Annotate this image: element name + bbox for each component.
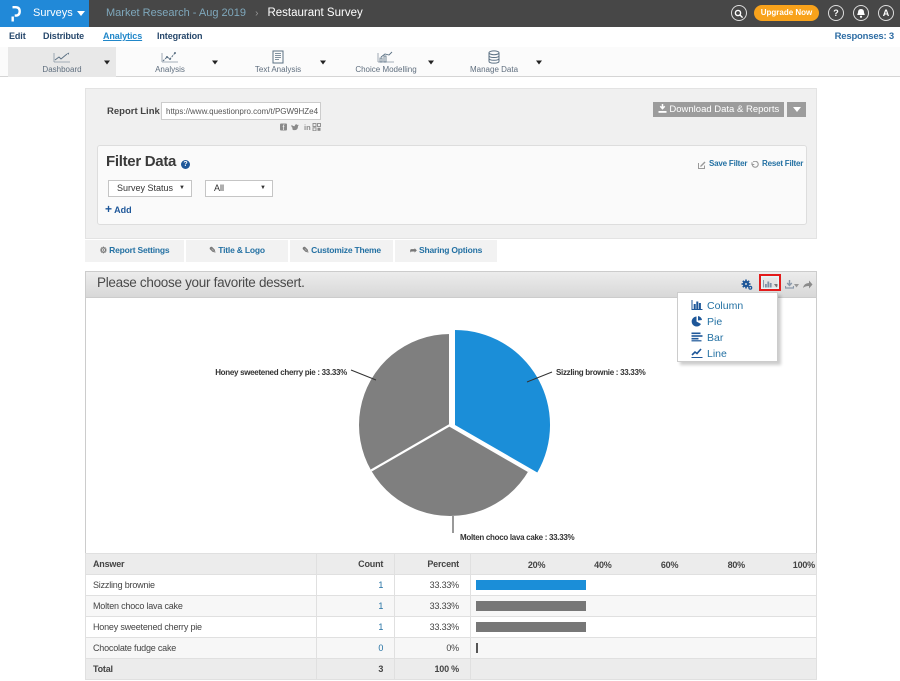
svg-text:f: f	[283, 125, 285, 131]
svg-text:Sizzling brownie : 33.33%: Sizzling brownie : 33.33%	[556, 368, 646, 377]
svg-text:Honey sweetened cherry pie : 3: Honey sweetened cherry pie : 33.33%	[215, 368, 347, 377]
svg-text:in: in	[304, 123, 311, 131]
svg-text:Molten choco lava cake : 33.33: Molten choco lava cake : 33.33%	[460, 533, 574, 542]
